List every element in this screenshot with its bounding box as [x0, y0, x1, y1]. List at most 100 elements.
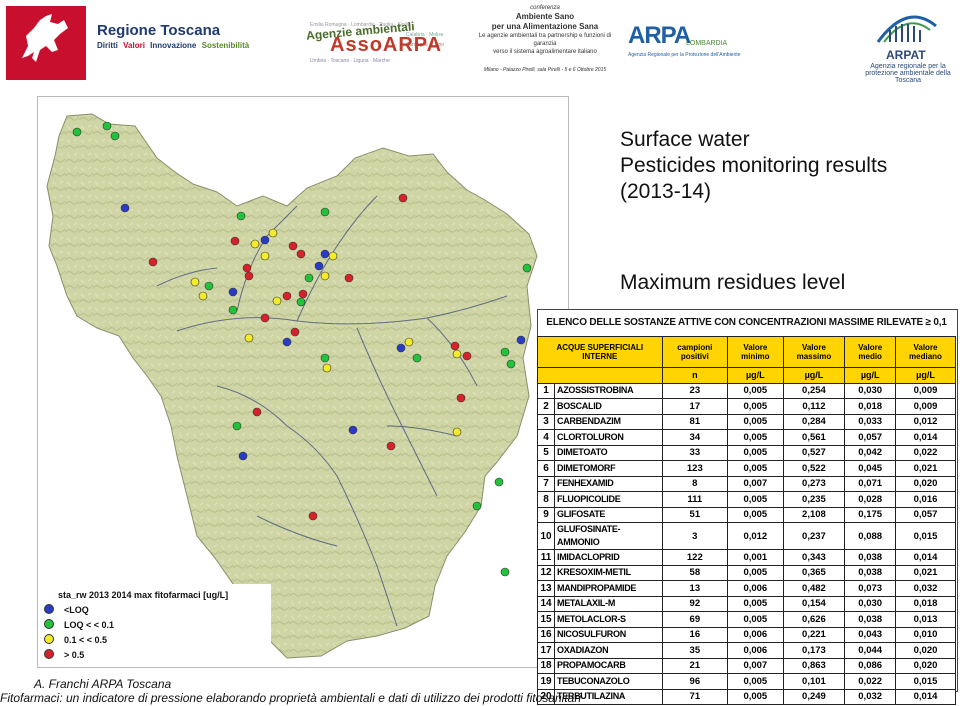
positive-count: 122 — [661, 549, 729, 566]
col-header-mean: Valore medio — [844, 336, 896, 368]
monitoring-point — [288, 241, 298, 251]
min-value: 0,005 — [727, 673, 784, 690]
max-value: 0,561 — [782, 429, 846, 446]
legend-title: sta_rw 2013 2014 max fitofarmaci [ug/L] — [58, 590, 229, 600]
median-value: 0,021 — [895, 564, 956, 581]
table-row: 3 CARBENDAZIM 81 0,005 0,284 0,033 0,012 — [537, 413, 956, 430]
median-value: 0,020 — [895, 475, 956, 492]
max-value: 0,626 — [782, 611, 846, 628]
max-value: 0,527 — [782, 444, 846, 461]
row-number: 7 — [537, 475, 555, 492]
tuscany-region-shape — [46, 113, 538, 659]
mean-value: 0,175 — [844, 506, 896, 523]
substance-name: FLUOPICOLIDE — [554, 491, 663, 508]
monitoring-point — [320, 353, 330, 363]
table-header-main: ACQUE SUPERFICIALI INTERNE — [537, 336, 663, 368]
positive-count: 17 — [661, 398, 729, 415]
monitoring-point — [296, 249, 306, 259]
monitoring-point — [308, 511, 318, 521]
positive-count: 13 — [661, 580, 729, 597]
arpat-logo-mark — [876, 15, 937, 43]
positive-count: 92 — [661, 595, 729, 612]
table-row: 5 DIMETOATO 33 0,005 0,527 0,042 0,022 — [537, 444, 956, 461]
legend-item: 0.1 < < 0.5 — [44, 634, 107, 645]
table-row: 4 CLORTOLURON 34 0,005 0,561 0,057 0,014 — [537, 429, 956, 446]
monitoring-point — [452, 349, 462, 359]
mean-value: 0,045 — [844, 460, 896, 477]
mean-value: 0,044 — [844, 642, 896, 659]
max-value: 0,249 — [782, 688, 846, 705]
monitoring-point — [396, 343, 406, 353]
conference-title-2: per una Alimentazione Sana — [491, 22, 599, 31]
monitoring-point — [320, 207, 330, 217]
positive-count: 51 — [661, 506, 729, 523]
monitoring-point — [322, 363, 332, 373]
positive-count: 23 — [661, 382, 729, 399]
row-number: 5 — [537, 444, 555, 461]
positive-count: 81 — [661, 413, 729, 430]
table-row: 12 KRESOXIM-METIL 58 0,005 0,365 0,038 0,021 — [537, 564, 956, 581]
conference-venue: Milano - Palazzo Pirelli, sala Pirelli -… — [483, 67, 607, 73]
substance-name: TEBUCONAZOLO — [554, 673, 663, 690]
table-row: 20 TERBUTILAZINA 71 0,005 0,249 0,032 0,014 — [537, 688, 956, 705]
mean-value: 0,028 — [844, 491, 896, 508]
conference-desc-2: verso il sistema agroalimentare italiano — [493, 49, 597, 55]
legend-dot — [44, 619, 54, 629]
min-value: 0,007 — [727, 475, 784, 492]
row-number: 4 — [537, 429, 555, 446]
substance-name: DIMETOATO — [554, 444, 663, 461]
legend-dot — [44, 634, 54, 644]
conference-desc-1: Le agenzie ambientali tra partnership e … — [478, 33, 612, 47]
min-value: 0,005 — [727, 429, 784, 446]
mean-value: 0,086 — [844, 657, 896, 674]
motto-word-4: Sostenibilità — [201, 41, 250, 50]
max-value: 0,101 — [782, 673, 846, 690]
max-value: 0,365 — [782, 564, 846, 581]
unit-count: n — [661, 367, 729, 384]
monitoring-point — [328, 251, 338, 261]
max-value: 0,482 — [782, 580, 846, 597]
table-row: 19 TEBUCONAZOLO 96 0,005 0,101 0,022 0,015 — [537, 673, 956, 690]
substance-name: METOLACLOR-S — [554, 611, 663, 628]
min-value: 0,005 — [727, 611, 784, 628]
arpa-lombardia-subtitle: Agenzia Regionale per la Protezione dell… — [628, 52, 741, 58]
substance-name: BOSCALID — [554, 398, 663, 415]
table-row: 2 BOSCALID 17 0,005 0,112 0,018 0,009 — [537, 398, 956, 415]
monitoring-point — [228, 305, 238, 315]
legend-dot — [44, 604, 54, 614]
table-row: 14 METALAXIL-M 92 0,005 0,154 0,030 0,018 — [537, 595, 956, 612]
positive-count: 34 — [661, 429, 729, 446]
min-value: 0,005 — [727, 444, 784, 461]
mean-value: 0,038 — [844, 611, 896, 628]
motto-word-3: Innovazione — [150, 41, 197, 50]
monitoring-point — [500, 567, 510, 577]
max-value: 0,173 — [782, 642, 846, 659]
positive-count: 69 — [661, 611, 729, 628]
monitoring-point — [298, 289, 308, 299]
positive-count: 33 — [661, 444, 729, 461]
positive-count: 16 — [661, 626, 729, 643]
max-value: 0,343 — [782, 549, 846, 566]
mean-value: 0,042 — [844, 444, 896, 461]
max-value: 0,221 — [782, 626, 846, 643]
positive-count: 96 — [661, 673, 729, 690]
median-value: 0,020 — [895, 657, 956, 674]
monitoring-point — [404, 337, 414, 347]
table-row: 9 GLIFOSATE 51 0,005 2,108 0,175 0,057 — [537, 506, 956, 523]
monitoring-point — [260, 313, 270, 323]
min-value: 0,005 — [727, 398, 784, 415]
arpat-wordmark: ARPAT — [886, 48, 926, 62]
min-value: 0,006 — [727, 626, 784, 643]
row-number: 19 — [537, 673, 555, 690]
col-header-max: Valore massimo — [782, 336, 846, 368]
monitoring-point — [268, 228, 278, 238]
regione-toscana-logo — [6, 6, 86, 80]
monitoring-point — [320, 271, 330, 281]
monitoring-point — [296, 297, 306, 307]
monitoring-point — [236, 211, 246, 221]
slide-subtitle: Maximum residues level — [620, 271, 846, 294]
legend-dot — [44, 649, 54, 659]
unit-max: µg/L — [782, 367, 846, 384]
monitoring-point — [238, 451, 248, 461]
monitoring-point — [494, 477, 504, 487]
